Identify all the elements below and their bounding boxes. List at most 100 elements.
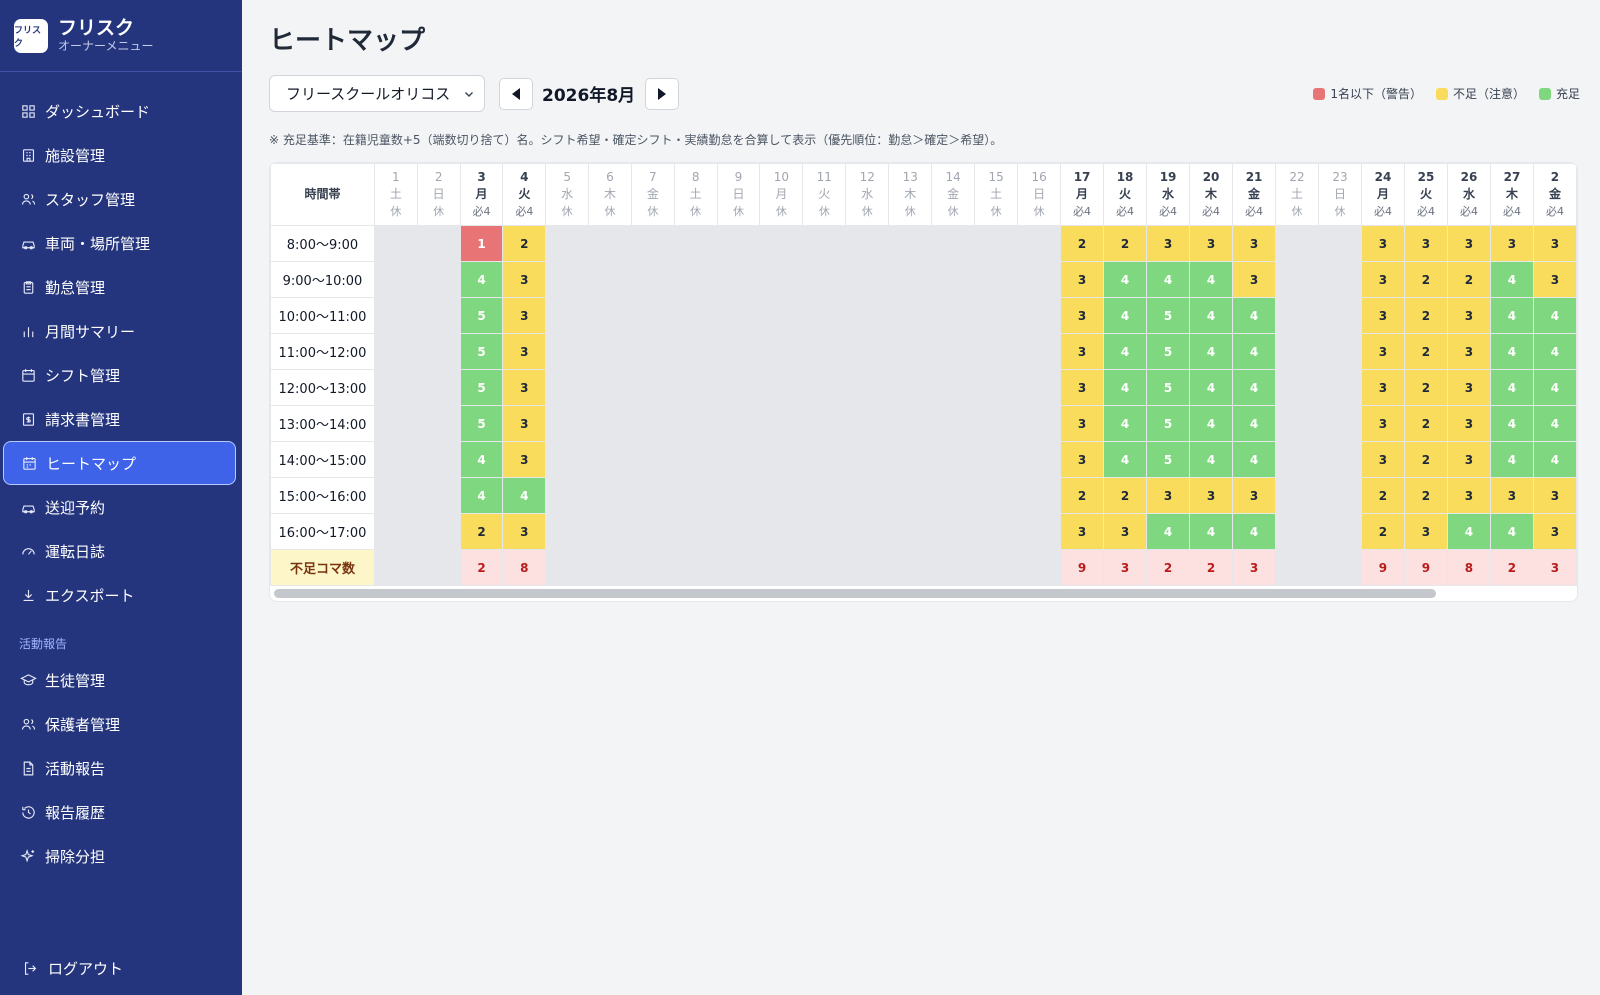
closed-cell [588,297,632,334]
heatmap-cell: 4 [1532,333,1577,370]
closed-cell [1275,549,1320,586]
day-header: 16 日休 [1017,163,1062,226]
time-slot-label: 14:00〜15:00 [270,441,375,478]
sidebar-item-report-1[interactable]: 保護者管理 [3,702,236,746]
heatmap-cell: 2 [1103,225,1148,262]
brand: フリスク フリスク オーナーメニュー [0,0,242,72]
facility-select[interactable]: フリースクールオリコス [269,75,485,112]
heatmap-cell: 3 [1360,441,1405,478]
sidebar-item-label: 活動報告 [45,759,106,778]
shortage-count-cell: 2 [1189,549,1234,586]
heatmap-cell: 3 [1360,369,1405,406]
closed-cell [845,441,890,478]
sidebar-item-main-11[interactable]: エクスポート [3,573,236,617]
sidebar-nav-section: 生徒管理 保護者管理活動報告報告履歴 掃除分担 [0,658,242,878]
heatmap-cell: 4 [459,477,504,514]
next-month-button[interactable] [645,77,680,110]
sidebar-item-main-7[interactable]: 請求書管理 [3,397,236,441]
closed-cell [1017,513,1062,550]
heatmap-cell: 3 [1060,405,1105,442]
closed-cell [416,333,461,370]
closed-cell [1275,405,1320,442]
closed-cell [1275,477,1320,514]
closed-cell [802,549,847,586]
closed-cell [845,261,890,298]
sidebar-item-main-2[interactable]: スタッフ管理 [3,177,236,221]
closed-cell [1017,441,1062,478]
closed-cell [588,405,632,442]
heatmap-cell: 4 [1489,369,1534,406]
shortage-count-cell: 2 [1146,549,1191,586]
sidebar-item-label: 勤怠管理 [45,278,106,297]
closed-cell [759,477,804,514]
heatmap-cell: 4 [1232,297,1277,334]
closed-cell [845,333,890,370]
closed-cell [1017,297,1062,334]
heatmap-cell: 1 [459,225,504,262]
closed-cell [845,225,890,262]
sidebar-item-report-2[interactable]: 活動報告 [3,746,236,790]
sidebar-item-label: 送迎予約 [45,498,106,517]
sidebar-item-main-0[interactable]: ダッシュボード [3,89,236,133]
heatmap-cell: 2 [1403,405,1448,442]
document-icon [19,759,37,777]
heatmap-cell: 3 [1446,477,1491,514]
sidebar-item-main-10[interactable]: 運転日誌 [3,529,236,573]
closed-cell [802,477,847,514]
sidebar-item-report-0[interactable]: 生徒管理 [3,658,236,702]
heatmap-cell: 3 [1446,333,1491,370]
closed-cell [759,297,804,334]
closed-cell [630,297,675,334]
closed-cell [1318,225,1362,262]
heatmap-cell: 3 [502,513,547,550]
sidebar-item-report-3[interactable]: 報告履歴 [3,790,236,834]
prev-month-button[interactable] [499,77,533,110]
closed-cell [888,369,933,406]
closed-cell [373,477,418,514]
heatmap-cell: 3 [1232,261,1277,298]
heatmap-container[interactable]: 時間帯 1 土休 2 日休 3 月必4 4 火必4 5 水休 6 木休 7 金休 8 土休 9 日休 10 月休 11 火休… [269,162,1578,602]
heatmap-cell: 2 [1060,225,1105,262]
sidebar-item-main-8[interactable]: ヒートマップ [3,441,236,485]
sidebar-item-main-5[interactable]: 月間サマリー [3,309,236,353]
legend-item-1: 不足（注意） [1435,85,1525,102]
time-slot-label: 15:00〜16:00 [270,477,375,514]
day-header: 26 水必4 [1446,163,1491,226]
shortage-row: 不足コマ数 2 8 9 3 2 2 3 9 9 8 2 3 [270,549,1577,586]
gauge-icon [19,542,37,560]
time-slot-label: 16:00〜17:00 [270,513,375,550]
closed-cell [630,225,675,262]
sidebar-item-main-6[interactable]: シフト管理 [3,353,236,397]
closed-cell [802,333,847,370]
closed-cell [1275,261,1320,298]
day-header: 9日休 [716,163,761,226]
heatmap-cell: 5 [1146,297,1191,334]
sidebar-item-main-9[interactable]: 送迎予約 [3,485,236,529]
closed-cell [416,225,461,262]
sidebar-item-main-4[interactable]: 勤怠管理 [3,265,236,309]
sidebar-item-label: シフト管理 [45,366,121,385]
sidebar-item-main-1[interactable]: 施設管理 [3,133,236,177]
graduation-cap-icon [19,671,37,689]
closed-cell [1318,549,1362,586]
time-slot-label: 13:00〜14:00 [270,405,375,442]
closed-cell [888,477,933,514]
sidebar-item-report-4[interactable]: 掃除分担 [3,834,236,878]
day-header: 27 木必4 [1489,163,1534,226]
heatmap-corner-header: 時間帯 [270,163,375,226]
heatmap-row: 8:00〜9:00 1 2 2 2 3 3 3 3 3 3 3 3 [270,225,1577,262]
closed-cell [373,513,418,550]
closed-cell [802,513,847,550]
closed-cell [1318,405,1362,442]
heatmap-cell: 3 [1360,405,1405,442]
closed-cell [373,405,418,442]
chevron-down-icon [465,91,473,97]
closed-cell [931,549,976,586]
horizontal-scrollbar[interactable] [274,589,1436,598]
sidebar-item-main-3[interactable]: 車両・場所管理 [3,221,236,265]
logout-button[interactable]: ログアウト [22,958,123,979]
closed-cell [1275,513,1320,550]
heatmap-cell: 3 [1446,225,1491,262]
day-header: 25 火必4 [1403,163,1448,226]
heatmap-cell: 2 [1360,513,1405,550]
